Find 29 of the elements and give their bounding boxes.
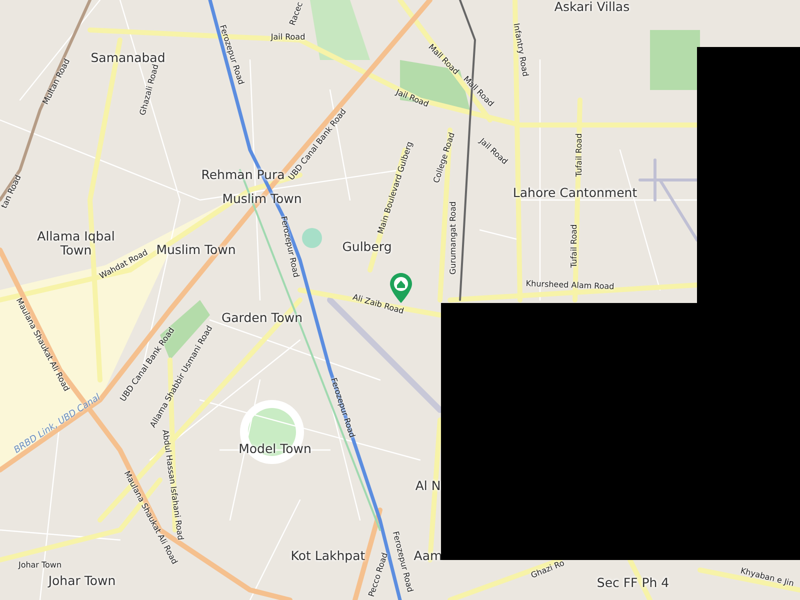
road-label: Ghazali Road bbox=[138, 64, 162, 116]
road-label: Ghazi Ro bbox=[530, 559, 566, 581]
road-label: Jail Road bbox=[270, 34, 306, 42]
road-label: Johar Town bbox=[18, 562, 62, 570]
road-label: Ferozepur Road bbox=[278, 216, 300, 278]
place-label: Model Town bbox=[238, 442, 312, 456]
place-label: Johar Town bbox=[48, 574, 116, 588]
place-label: Aam bbox=[414, 549, 442, 563]
road-label: Gurumangat Road bbox=[450, 201, 458, 275]
road-label: Tufail Road bbox=[570, 224, 580, 268]
place-label: Kot Lakhpat bbox=[290, 549, 366, 563]
road-label: Ali Zaib Road bbox=[351, 294, 405, 316]
location-pin-icon[interactable] bbox=[390, 273, 412, 303]
place-label: Askari Villas bbox=[554, 0, 630, 14]
place-label: Muslim Town bbox=[156, 243, 236, 257]
road-label: Racec bbox=[288, 1, 306, 27]
place-label: Al N bbox=[415, 479, 441, 493]
place-label: Lahore Cantonment bbox=[512, 186, 638, 200]
place-label: Gulberg bbox=[342, 240, 392, 254]
road-label: tan Road bbox=[0, 174, 24, 210]
place-label: Samanabad bbox=[90, 51, 166, 65]
place-label: Garden Town bbox=[221, 311, 303, 325]
road-label: Pecco Road bbox=[368, 552, 390, 598]
road-label: Jail Road bbox=[394, 88, 430, 110]
road-label: Tufail Road bbox=[576, 133, 584, 177]
place-label: Sec FF Ph 4 bbox=[596, 576, 670, 590]
road-label: Khursheed Alam Road bbox=[526, 280, 614, 292]
road-label: Infantry Road bbox=[510, 22, 530, 78]
place-label: Allama Iqbal Town bbox=[36, 229, 116, 257]
